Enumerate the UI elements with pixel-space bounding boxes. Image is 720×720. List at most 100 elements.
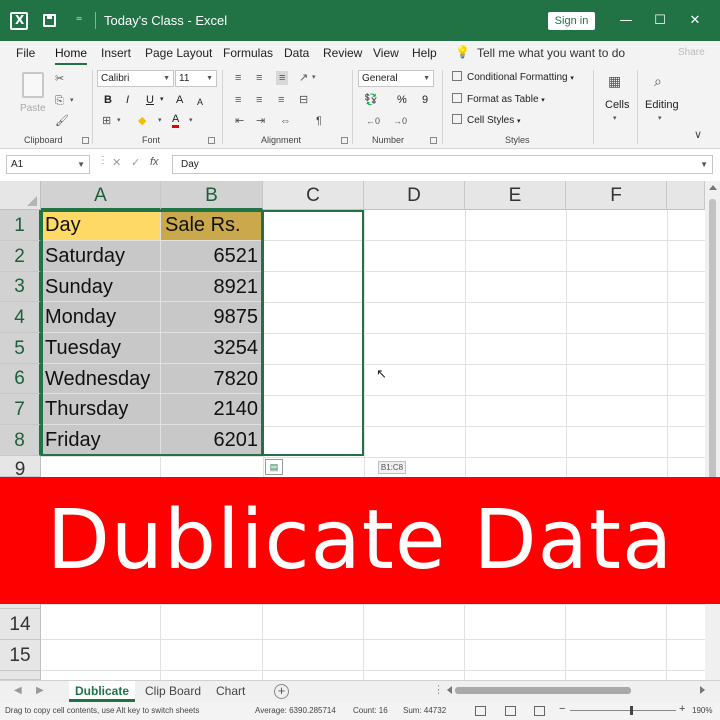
align-right-icon[interactable]: ≡ — [278, 93, 284, 107]
collapse-ribbon-icon[interactable]: ∨ — [694, 128, 702, 141]
column-header-e[interactable]: E — [465, 181, 566, 210]
decrease-font-icon[interactable]: A — [197, 95, 203, 109]
merge-center-icon[interactable]: ⇔ — [280, 114, 291, 128]
orientation-icon[interactable]: ↗ — [299, 71, 308, 85]
row-header-14[interactable]: 14 — [0, 609, 41, 640]
column-header-d[interactable]: D — [364, 181, 465, 210]
sheet-tab-clip-board[interactable]: Clip Board — [145, 681, 201, 702]
format-painter-icon[interactable]: 🖌 — [55, 114, 69, 128]
cells-dropdown-icon[interactable]: ▾ — [613, 112, 617, 126]
fill-color-dropdown-icon[interactable]: ▾ — [158, 114, 162, 128]
number-dialog-launcher-icon[interactable] — [430, 137, 437, 144]
tab-home[interactable]: Home — [55, 41, 88, 65]
zoom-in-icon[interactable]: + — [679, 703, 685, 715]
status-count[interactable]: Count: 16 — [353, 702, 388, 720]
borders-icon[interactable]: ⊞ — [102, 114, 111, 128]
next-sheet-icon[interactable]: ▶ — [36, 685, 44, 696]
empty-cells-upper[interactable] — [263, 210, 705, 477]
cell-a4[interactable]: Monday — [41, 302, 161, 333]
page-break-view-icon[interactable] — [534, 706, 545, 716]
cell-b5[interactable]: 3254 — [161, 333, 263, 364]
cell-b7[interactable]: 2140 — [161, 394, 263, 425]
sheet-tab-chart[interactable]: Chart — [216, 681, 245, 702]
cell-a3[interactable]: Sunday — [41, 272, 161, 302]
tab-data[interactable]: Data — [284, 41, 309, 65]
rtl-icon[interactable]: ¶ — [316, 114, 322, 128]
font-color-dropdown-icon[interactable]: ▾ — [189, 114, 193, 128]
status-sum[interactable]: Sum: 44732 — [403, 702, 446, 720]
close-icon[interactable]: ✕ — [678, 0, 712, 41]
row-header-7[interactable]: 7 — [0, 394, 41, 425]
page-layout-view-icon[interactable] — [505, 706, 516, 716]
tab-review[interactable]: Review — [323, 41, 362, 65]
select-all-button[interactable] — [0, 181, 41, 210]
row-header-1[interactable]: 1 — [0, 210, 41, 241]
column-header-b[interactable]: B — [161, 181, 263, 210]
scroll-right-icon[interactable] — [700, 686, 705, 694]
tab-formulas[interactable]: Formulas — [223, 41, 273, 65]
percent-style-button[interactable]: % — [397, 93, 407, 107]
tab-page-layout[interactable]: Page Layout — [145, 41, 212, 65]
font-size-select[interactable]: 11 ▼ — [175, 70, 217, 87]
zoom-out-icon[interactable]: − — [559, 703, 565, 715]
cell-b2[interactable]: 6521 — [161, 241, 263, 272]
orientation-dropdown-icon[interactable]: ▾ — [312, 71, 316, 85]
tab-file[interactable]: File — [16, 41, 35, 65]
empty-cells-row9-ab[interactable] — [41, 456, 263, 477]
cell-styles-button[interactable]: Cell Styles ▾ — [452, 113, 521, 129]
sign-in-button[interactable]: Sign in — [548, 12, 595, 30]
row-header-5[interactable]: 5 — [0, 333, 41, 364]
row-header-9[interactable]: 9 — [0, 456, 41, 477]
align-center-icon[interactable]: ≡ — [256, 93, 262, 107]
cell-a2[interactable]: Saturday — [41, 241, 161, 272]
previous-sheet-icon[interactable]: ◀ — [14, 685, 22, 696]
zoom-level[interactable]: 190% — [692, 702, 712, 720]
search-icon[interactable]: ⌕ — [654, 74, 662, 88]
tab-view[interactable]: View — [373, 41, 399, 65]
maximize-icon[interactable]: ☐ — [643, 0, 677, 41]
decrease-decimal-icon[interactable]: →0 — [393, 114, 407, 128]
row-header-16[interactable] — [0, 671, 41, 680]
increase-font-icon[interactable]: A — [176, 93, 183, 107]
zoom-slider-knob[interactable] — [630, 706, 633, 715]
bold-button[interactable]: B — [104, 93, 112, 107]
top-align-icon[interactable]: ≡ — [235, 71, 241, 85]
clipboard-dialog-launcher-icon[interactable] — [82, 137, 89, 144]
vertical-scrollbar[interactable] — [705, 181, 720, 680]
copy-dropdown-icon[interactable]: ▾ — [70, 94, 74, 108]
cell-a6[interactable]: Wednesday — [41, 364, 161, 394]
tab-help[interactable]: Help — [412, 41, 437, 65]
horizontal-scrollbar[interactable] — [447, 685, 705, 696]
accounting-format-icon[interactable]: 💱 — [364, 93, 378, 107]
cells-icon[interactable]: ▦ — [608, 74, 621, 88]
format-as-table-button[interactable]: Format as Table ▾ — [452, 92, 545, 108]
row-header-3[interactable]: 3 — [0, 272, 41, 302]
cell-b8[interactable]: 6201 — [161, 425, 263, 456]
cell-a8[interactable]: Friday — [41, 425, 161, 456]
column-header-a[interactable]: A — [41, 181, 161, 210]
status-average[interactable]: Average: 6390.285714 — [255, 702, 336, 720]
scroll-up-icon[interactable] — [709, 185, 717, 190]
cell-a7[interactable]: Thursday — [41, 394, 161, 425]
middle-align-icon[interactable]: ≡ — [256, 71, 262, 85]
decrease-indent-icon[interactable]: ⇤ — [235, 114, 244, 128]
share-button[interactable]: Share — [678, 41, 705, 65]
horizontal-scroll-thumb[interactable] — [455, 687, 631, 694]
row-header-15[interactable]: 15 — [0, 640, 41, 671]
wrap-text-icon[interactable]: ⊟ — [299, 93, 308, 107]
tell-me-search[interactable]: Tell me what you want to do — [477, 41, 625, 65]
row-header-6[interactable]: 6 — [0, 364, 41, 394]
sheet-tab-dublicate[interactable]: Dublicate — [69, 681, 136, 702]
underline-button[interactable]: U — [146, 93, 154, 107]
add-sheet-icon[interactable]: + — [274, 684, 289, 699]
paste-button-label[interactable]: Paste — [20, 103, 46, 114]
paste-options-icon[interactable]: ▤ — [265, 459, 283, 475]
cell-a5[interactable]: Tuesday — [41, 333, 161, 364]
enter-icon[interactable]: ✓ — [131, 156, 140, 169]
zoom-slider[interactable] — [570, 706, 676, 715]
tab-split-handle-icon[interactable]: ⋮ — [433, 683, 444, 696]
cell-b1[interactable]: Sale Rs. — [161, 210, 263, 241]
cut-icon[interactable]: ✂ — [55, 72, 64, 86]
column-header-f[interactable]: F — [566, 181, 667, 210]
conditional-formatting-button[interactable]: Conditional Formatting ▾ — [452, 70, 574, 86]
